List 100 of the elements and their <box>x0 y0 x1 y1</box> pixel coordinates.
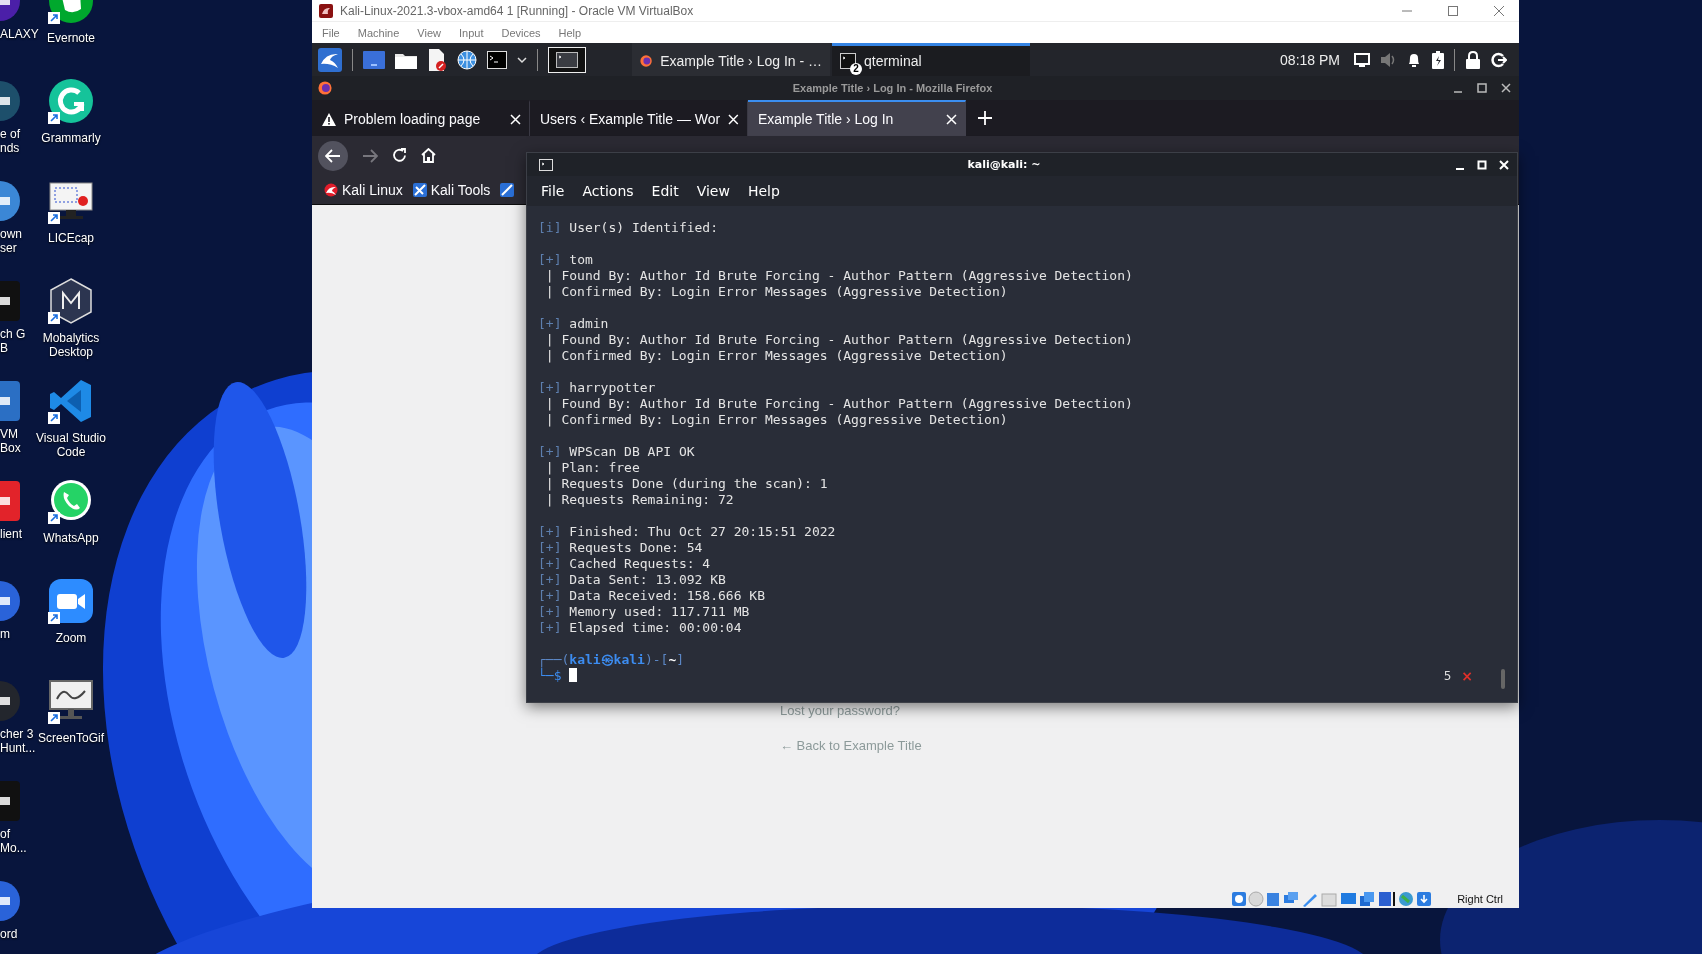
status-tag: [+] <box>538 444 562 459</box>
status-tag: [+] <box>538 380 562 395</box>
terminal-text: | Confirmed By: Login Error Messages (Aggressive Detection) <box>545 284 1008 299</box>
camera-icon[interactable] <box>47 577 95 625</box>
tile-icon[interactable] <box>0 479 22 523</box>
globe-icon[interactable] <box>457 49 477 70</box>
terminal-text: | Requests Remaining: 72 <box>545 492 734 507</box>
monitor-icon[interactable] <box>47 677 95 725</box>
tile-icon[interactable] <box>0 379 22 423</box>
bookmark-link[interactable]: Kali Linux <box>324 181 403 198</box>
terminal-text: Data Received: 158.666 KB <box>569 588 765 603</box>
bell-icon[interactable] <box>1406 51 1422 68</box>
logout-icon[interactable] <box>1491 51 1507 68</box>
terminal-text: Requests Done: 54 <box>569 540 703 555</box>
menu-item[interactable]: File <box>541 183 565 199</box>
clock: 08:18 PM <box>1280 51 1340 68</box>
window-count-badge: 2 <box>850 63 862 75</box>
menu-item[interactable]: View <box>417 26 441 39</box>
bookmark-link[interactable]: Kali Tools <box>412 181 491 198</box>
menu-item[interactable]: Input <box>458 26 484 39</box>
browser-tab[interactable]: Example Title › Log In <box>748 100 966 136</box>
scrollbar-handle[interactable] <box>1501 669 1505 689</box>
prompt-user: kali㉿kali <box>569 652 645 667</box>
fox-globe-icon <box>318 81 332 95</box>
menu-item[interactable]: Help <box>558 26 582 39</box>
taskbar-button[interactable]: Example Title › Log In - … <box>632 43 830 76</box>
icon-label: own ser <box>0 227 22 255</box>
display-icon[interactable] <box>1354 52 1370 67</box>
icon-label[interactable]: Mobalytics Desktop <box>29 331 113 359</box>
icon-label[interactable]: ScreenToGif <box>38 731 104 745</box>
icon-label: lient <box>0 527 22 541</box>
back-arrow-icon <box>325 148 341 163</box>
window-icon <box>556 51 578 68</box>
caret-icon[interactable] <box>517 55 527 64</box>
menu-item[interactable]: View <box>696 183 730 199</box>
menu-item[interactable]: File <box>322 26 340 39</box>
icon-label[interactable]: Visual Studio Code <box>29 431 113 459</box>
tile-icon[interactable] <box>0 279 22 323</box>
icon-label: m <box>0 627 10 641</box>
terminal-text: User(s) Identified: <box>569 220 719 235</box>
terminal-text: | Confirmed By: Login Error Messages (Aggressive Detection) <box>545 412 1008 427</box>
taskbar-button[interactable]: 2 qterminal <box>832 43 1030 76</box>
terminal-text: Elapsed time: 00:00:04 <box>569 620 742 635</box>
warning-icon <box>322 112 336 126</box>
icon-label[interactable]: LICEcap <box>48 231 94 245</box>
window-title: Kali-Linux-2021.3-vbox-amd64 1 [Running] - Oracle VM VirtualBox <box>340 3 694 18</box>
terminal-text: tom <box>569 252 593 267</box>
terminal-text: WPScan DB API OK <box>569 444 695 459</box>
prompt-frame: )-[ <box>644 652 669 667</box>
back-button[interactable] <box>318 140 348 171</box>
icon-label[interactable]: Zoom <box>55 631 87 645</box>
menu-item[interactable]: Machine <box>357 26 400 39</box>
app-logo-icon <box>318 2 334 19</box>
icon-label: cher 3 Hunt... <box>0 727 36 755</box>
icon-label: of Mo... <box>0 827 27 855</box>
status-tag: [+] <box>538 252 562 267</box>
text-cursor <box>569 668 578 682</box>
document-icon[interactable] <box>427 48 447 71</box>
volume-icon[interactable] <box>1380 51 1396 68</box>
battery-icon[interactable] <box>1432 50 1444 69</box>
menu-item[interactable]: Help <box>747 183 780 199</box>
menu-item[interactable]: Devices <box>501 26 541 39</box>
terminal-text: harrypotter <box>569 380 656 395</box>
status-tag: [+] <box>538 556 562 571</box>
terminal-text: admin <box>569 316 609 331</box>
arc-icon[interactable] <box>47 77 95 125</box>
menu-item[interactable]: Actions <box>582 183 634 199</box>
icon-label: ord <box>0 927 18 941</box>
icon-label[interactable]: WhatsApp <box>43 531 99 545</box>
desktop-icon[interactable] <box>363 50 385 69</box>
status-tag: [i] <box>538 220 562 235</box>
maximize-icon[interactable] <box>1477 83 1487 93</box>
dragon-logo-icon[interactable] <box>318 47 342 72</box>
fox-globe-icon <box>640 53 653 69</box>
icon-label: e of nds <box>0 127 20 155</box>
terminal-text: | Requests Done (during the scan): 1 <box>545 476 828 491</box>
host-key-label: Right Ctrl <box>1457 893 1503 905</box>
terminal-text: | Found By: Author Id Brute Forcing - Author Pattern (Aggressive Detection) <box>545 268 1133 283</box>
menu-item[interactable]: Edit <box>651 183 679 199</box>
lock-icon[interactable] <box>1465 50 1481 69</box>
forward-arrow-icon[interactable] <box>362 148 378 163</box>
status-tag: [+] <box>538 572 562 587</box>
hexagon-icon[interactable] <box>47 277 95 325</box>
terminal-icon[interactable] <box>487 50 507 69</box>
status-tag: [+] <box>538 540 562 555</box>
prompt-frame: ] <box>676 652 685 667</box>
workspace-switcher[interactable] <box>548 46 586 73</box>
close-icon[interactable] <box>1501 83 1511 93</box>
status-tag: [+] <box>538 524 562 539</box>
tile-icon[interactable] <box>0 779 22 823</box>
prompt-directory: ~ <box>668 652 677 667</box>
reload-icon[interactable] <box>392 148 407 163</box>
plus-icon[interactable] <box>978 111 992 125</box>
icon-label[interactable]: Evernote <box>47 31 95 45</box>
icon-label: ch G B <box>0 327 26 355</box>
icon-label[interactable]: Grammarly <box>41 131 101 145</box>
terminal-text: | Plan: free <box>545 460 640 475</box>
terminal-text: | Found By: Author Id Brute Forcing - Author Pattern (Aggressive Detection) <box>545 396 1133 411</box>
terminal-text: Finished: Thu Oct 27 20:15:51 2022 <box>569 524 836 539</box>
home-icon[interactable] <box>421 148 436 163</box>
